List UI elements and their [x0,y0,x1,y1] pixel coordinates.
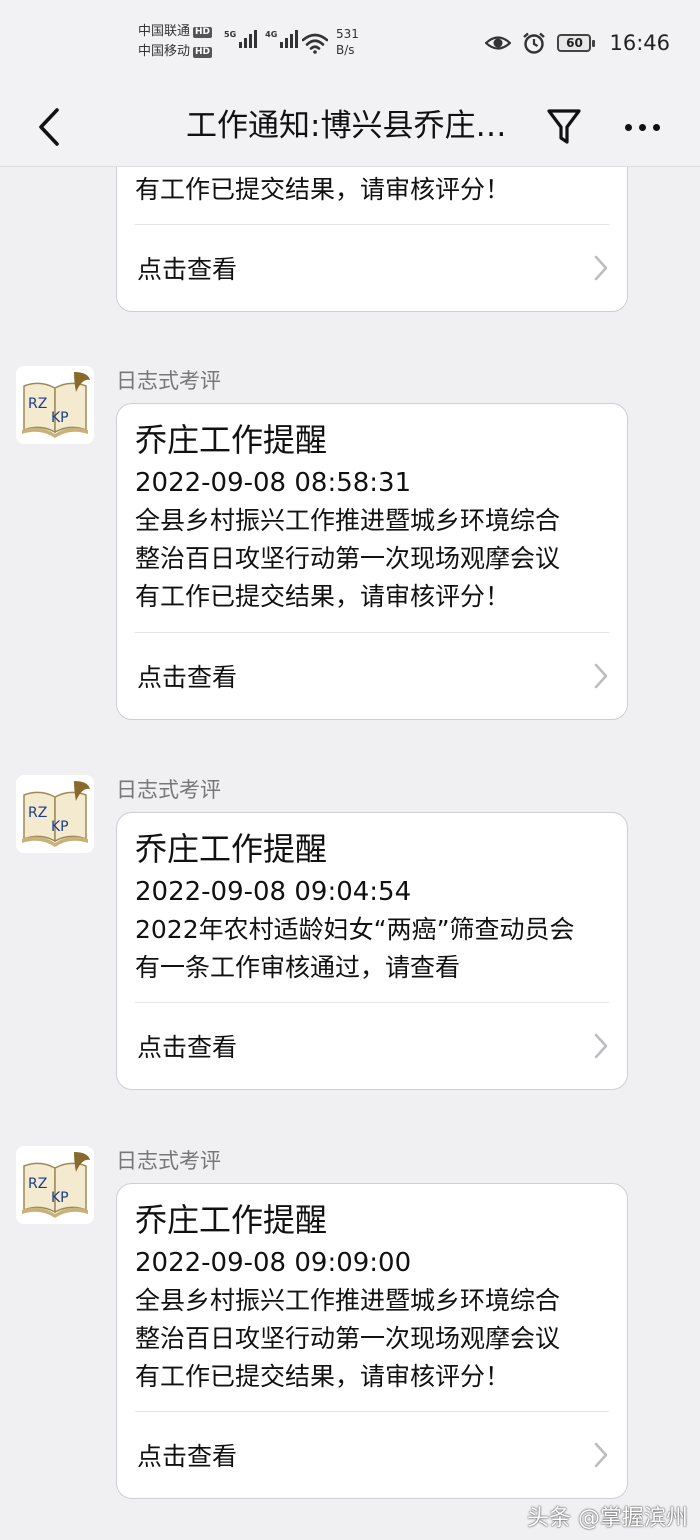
svg-text:RZ: RZ [28,396,47,412]
screen: 中国联通 HD 中国移动 HD 5G 4G 531 B/s 60 16:46 工… [0,0,700,1540]
back-icon [39,108,59,146]
message-line: 有一条工作审核通过，请查看 [135,953,461,982]
back-button[interactable] [24,100,74,154]
message-title: 乔庄工作提醒 [135,830,328,868]
eye-icon [485,36,512,50]
hd-badge-1: HD [193,26,213,38]
avatar: RZ KP [16,366,94,444]
chevron-right-icon [594,663,608,689]
sender-name: 日志式考评 [116,1149,221,1173]
view-action-label: 点击查看 [137,255,238,284]
message-line: 有工作已提交结果，请审核评分！ [135,175,511,204]
message-line: 有工作已提交结果，请审核评分！ [135,582,511,611]
network-speed: 531 B/s [336,27,359,57]
view-action[interactable]: 点击查看 [135,1411,609,1498]
filter-icon [547,109,581,144]
view-action-label: 点击查看 [137,663,238,692]
message-line: 整治百日攻坚行动第一次现场观摩会议 [135,544,561,573]
nav-bar: 工作通知:博兴县乔庄… [0,88,700,167]
view-action[interactable]: 点击查看 [135,224,609,311]
message-line: 全县乡村振兴工作推进暨城乡环境综合 [135,506,561,535]
carrier-info: 中国联通 HD 中国移动 HD [138,22,213,62]
sender-name: 日志式考评 [116,369,221,393]
message-time: 2022-09-08 08:58:31 [135,468,412,498]
message-card: 乔庄工作提醒 2022-09-08 09:09:00 全县乡村振兴工作推进暨城乡… [116,1183,628,1499]
signal-icon: 5G 4G [224,30,299,48]
hd-badge-2: HD [193,46,213,58]
book-logo-icon: RZ KP [22,372,90,438]
svg-text:KP: KP [51,819,69,835]
clock: 16:46 [609,31,670,55]
message-time: 2022-09-08 09:04:54 [135,877,412,907]
chevron-right-icon [594,255,608,281]
message-line: 有工作已提交结果，请审核评分！ [135,1362,511,1391]
chevron-right-icon [594,1033,608,1059]
message-line: 2022年农村适龄妇女“两癌”筛查动员会 [135,915,575,944]
network-type-2: 4G [265,30,278,39]
message-title: 乔庄工作提醒 [135,421,328,459]
chevron-right-icon [594,1442,608,1468]
network-type-1: 5G [224,30,237,39]
more-icon [624,123,632,131]
page-title: 工作通知:博兴县乔庄… [186,108,507,144]
message-card: 乔庄工作提醒 2022-09-08 08:58:31 全县乡村振兴工作推进暨城乡… [116,403,628,720]
message-line: 整治百日攻坚行动第一次现场观摩会议 [135,1324,561,1353]
avatar: RZ KP [16,775,94,853]
carrier-1: 中国联通 [138,24,191,39]
view-action[interactable]: 点击查看 [135,632,609,719]
watermark: 头条 @掌握滨州 [527,1506,688,1531]
message-line: 全县乡村振兴工作推进暨城乡环境综合 [135,1286,561,1315]
battery-icon: 60 [557,34,596,52]
book-logo-icon: RZ KP [22,1152,90,1218]
status-bar: 中国联通 HD 中国移动 HD 5G 4G 531 B/s 60 16:46 [0,0,700,88]
avatar: RZ KP [16,1146,94,1224]
more-button[interactable] [612,100,672,154]
alarm-icon [523,32,546,54]
carrier-2: 中国移动 [138,44,191,59]
wifi-icon [302,33,328,54]
filter-button[interactable] [540,100,588,154]
message-time: 2022-09-08 09:09:00 [135,1248,412,1278]
svg-text:RZ: RZ [28,805,47,821]
message-card: 乔庄工作提醒 2022-09-08 09:04:54 2022年农村适龄妇女“两… [116,812,628,1090]
message-title: 乔庄工作提醒 [135,1201,328,1239]
view-action-label: 点击查看 [137,1442,238,1471]
view-action-label: 点击查看 [137,1033,238,1062]
svg-text:KP: KP [51,410,69,426]
svg-text:KP: KP [51,1190,69,1206]
svg-text:RZ: RZ [28,1176,47,1192]
book-logo-icon: RZ KP [22,781,90,847]
sender-name: 日志式考评 [116,778,221,802]
view-action[interactable]: 点击查看 [135,1002,609,1089]
